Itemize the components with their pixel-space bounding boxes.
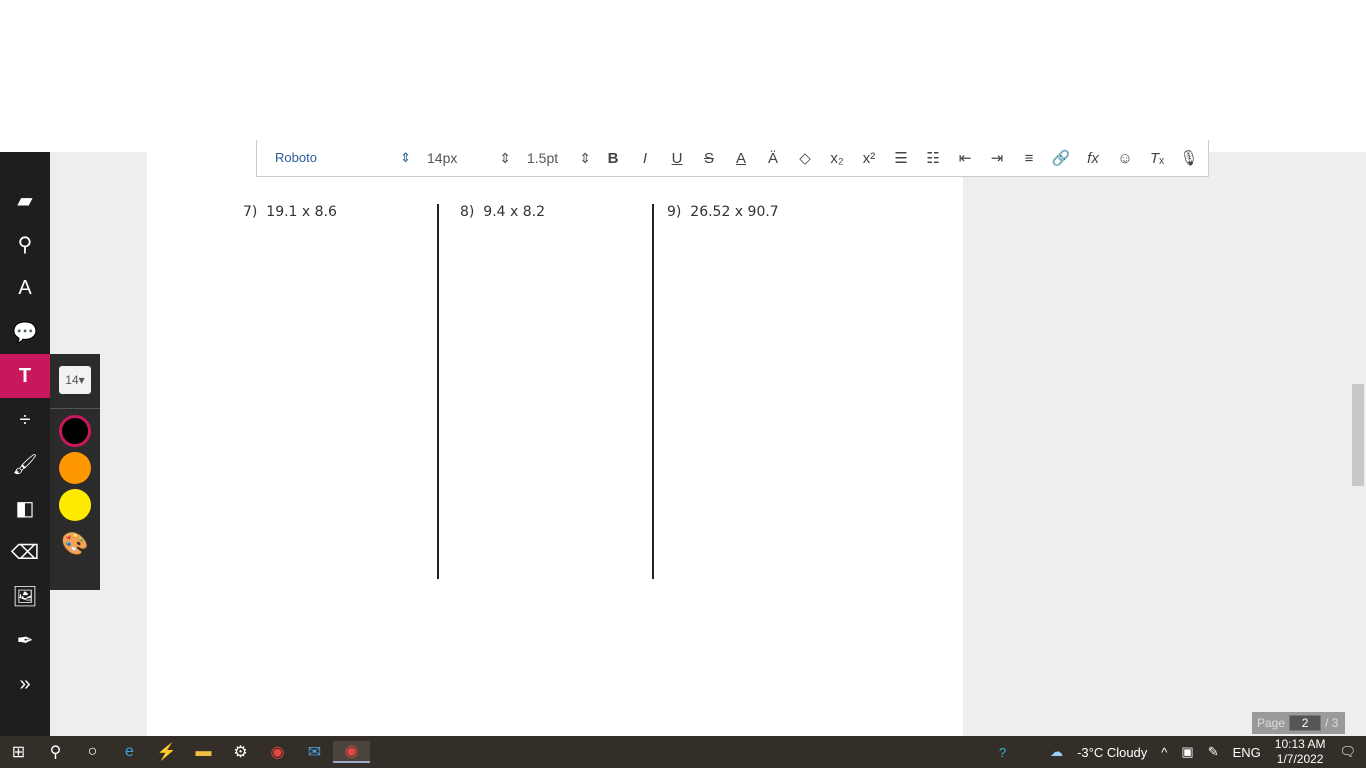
font-size-select[interactable]: 14px ⇕ xyxy=(417,150,517,167)
chrome-icon[interactable]: ◉ xyxy=(259,742,296,762)
divider xyxy=(50,408,100,409)
weather-icon[interactable]: ☁ xyxy=(1050,744,1063,760)
chevron-up-icon[interactable]: ^ xyxy=(1161,745,1167,760)
spinner-icon: ⇕ xyxy=(499,149,511,166)
problem-number: 7) xyxy=(243,204,258,220)
image-icon[interactable]: 🖼 xyxy=(0,574,50,618)
problem-number: 9) xyxy=(667,204,682,220)
cortana-icon[interactable]: ○ xyxy=(74,743,111,761)
superscript-icon[interactable]: x² xyxy=(853,150,885,167)
page-label: Page xyxy=(1257,716,1286,730)
edge-icon[interactable]: e xyxy=(111,743,148,761)
color-black[interactable] xyxy=(59,415,91,447)
app-icon[interactable]: ⚡ xyxy=(148,742,185,762)
system-tray: ? ☁ -3°C Cloudy ^ ▣ ✎ ENG 10:13 AM 1/7/20… xyxy=(999,737,1366,767)
palette-icon[interactable]: 🎨 xyxy=(50,531,100,557)
emoji-icon[interactable]: ☺ xyxy=(1109,150,1141,167)
clock[interactable]: 10:13 AM 1/7/2022 xyxy=(1275,737,1326,767)
help-icon[interactable]: ? xyxy=(999,745,1006,760)
time: 10:13 AM xyxy=(1274,737,1326,751)
bullet-list-icon[interactable]: ☷ xyxy=(917,149,949,167)
dictionary-icon[interactable]: ⚲ xyxy=(0,222,50,266)
formula-icon[interactable]: fx xyxy=(1077,150,1109,167)
problem-7: 7) 19.1 x 8.6 xyxy=(243,204,337,220)
line-height-value: 1.5pt xyxy=(527,149,559,166)
date: 1/7/2022 xyxy=(1276,752,1324,766)
problem-expression: 26.52 x 90.7 xyxy=(690,204,779,220)
link-icon[interactable]: 🔗 xyxy=(1045,149,1077,167)
divider-line xyxy=(437,204,439,579)
expand-icon[interactable]: » xyxy=(0,662,50,706)
subscript-icon[interactable]: x₂ xyxy=(821,150,853,167)
windows-start-icon[interactable]: ⊞ xyxy=(0,742,37,762)
language-indicator[interactable]: ENG xyxy=(1233,745,1261,760)
page-navigator: Page / 3 xyxy=(1252,712,1345,734)
ordered-list-icon[interactable]: ☰ xyxy=(885,149,917,167)
color-yellow[interactable] xyxy=(59,489,91,521)
pointer-icon[interactable] xyxy=(0,152,50,178)
color-orange[interactable] xyxy=(59,452,91,484)
comment-icon[interactable]: 💬 xyxy=(0,310,50,354)
problem-number: 8) xyxy=(460,204,475,220)
book-icon[interactable]: ▰ xyxy=(0,178,50,222)
problem-expression: 9.4 x 8.2 xyxy=(483,204,545,220)
microphone-icon[interactable]: 🎙 xyxy=(1173,149,1205,167)
outdent-icon[interactable]: ⇤ xyxy=(949,149,981,167)
underline-icon[interactable]: U xyxy=(661,150,693,167)
size-value: 14px xyxy=(427,149,458,166)
problem-expression: 19.1 x 8.6 xyxy=(266,204,337,220)
tool-sidebar: ▰ ⚲ A 💬 T ÷ 🖌 ◧ ⌫ 🖼 ✒ » xyxy=(0,152,50,736)
text-tool-icon[interactable]: T xyxy=(0,354,50,398)
document-page[interactable] xyxy=(147,152,963,736)
spinner-icon: ⇕ xyxy=(579,149,591,166)
font-color-icon[interactable]: A xyxy=(725,150,757,167)
pen-icon[interactable]: ✒ xyxy=(0,618,50,662)
divider-line xyxy=(652,204,654,579)
text-box-icon[interactable]: A xyxy=(0,266,50,310)
problem-9: 9) 26.52 x 90.7 xyxy=(667,204,779,220)
brush-icon[interactable]: 🖌 xyxy=(0,442,50,486)
chrome-active-icon[interactable]: ◉ xyxy=(333,741,370,763)
problem-8: 8) 9.4 x 8.2 xyxy=(460,204,545,220)
font-size-dropdown[interactable]: 14 ▾ xyxy=(59,366,91,394)
clear-format-icon[interactable]: Tₓ xyxy=(1141,150,1173,167)
settings-icon[interactable]: ⚙ xyxy=(222,742,259,762)
network-icon[interactable]: ▣ xyxy=(1181,744,1193,760)
highlight-icon[interactable]: Ä xyxy=(757,150,789,167)
eraser-icon[interactable]: ⌫ xyxy=(0,530,50,574)
indent-icon[interactable]: ⇥ xyxy=(981,149,1013,167)
font-family-select[interactable]: Roboto ⇕ xyxy=(257,150,417,166)
page-input[interactable] xyxy=(1289,715,1322,731)
spinner-icon: ⇕ xyxy=(400,150,411,165)
strikethrough-icon[interactable]: S xyxy=(693,150,725,167)
line-height-select[interactable]: 1.5pt ⇕ xyxy=(517,150,597,167)
pen-icon[interactable]: ✎ xyxy=(1208,744,1219,760)
shapes-icon[interactable]: ◧ xyxy=(0,486,50,530)
search-icon[interactable]: ⚲ xyxy=(37,742,74,762)
text-options-panel: 14 ▾ 🎨 xyxy=(50,354,100,590)
taskbar: ⊞ ⚲ ○ e ⚡ ▬ ⚙ ◉ ✉ ◉ ? ☁ -3°C Cloudy ^ ▣ … xyxy=(0,736,1366,768)
mail-icon[interactable]: ✉ xyxy=(296,742,333,762)
scrollbar-thumb[interactable] xyxy=(1352,384,1364,486)
page-total: / 3 xyxy=(1325,716,1339,730)
math-icon[interactable]: ÷ xyxy=(0,398,50,442)
weather-text[interactable]: -3°C Cloudy xyxy=(1077,745,1147,760)
font-size-value: 14 xyxy=(65,373,79,387)
bold-icon[interactable]: B xyxy=(597,150,629,167)
italic-icon[interactable]: I xyxy=(629,150,661,167)
file-explorer-icon[interactable]: ▬ xyxy=(185,743,222,761)
font-value: Roboto xyxy=(275,150,317,165)
fill-bucket-icon[interactable]: ◇ xyxy=(789,149,821,167)
align-icon[interactable]: ≡ xyxy=(1013,150,1045,167)
formatting-toolbar: Roboto ⇕ 14px ⇕ 1.5pt ⇕ B I U S A Ä ◇ x₂ x²… xyxy=(256,140,1209,177)
notifications-icon[interactable]: 🗨 xyxy=(1339,744,1356,760)
